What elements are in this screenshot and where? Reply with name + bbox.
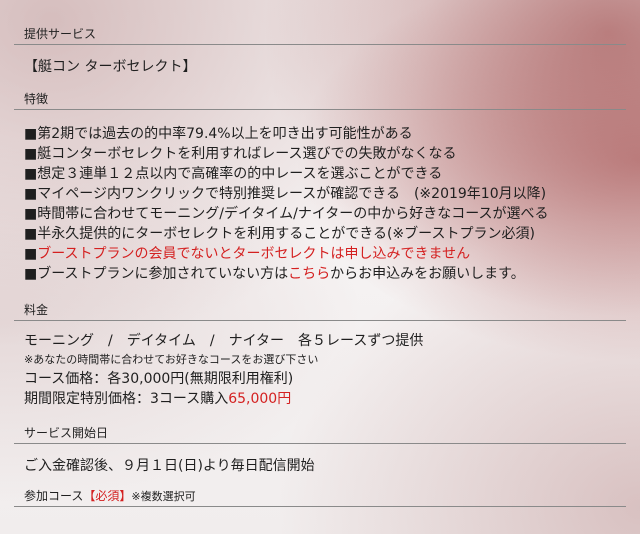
signup-link[interactable]: こちら (288, 266, 330, 282)
participation-label: 参加コース (24, 489, 84, 503)
feature-item: ■半永久提供的にターボセレクトを利用することができる(※ブーストプラン必須) (24, 226, 535, 242)
limited-price-label: 期間限定特別価格：3コース購入 (24, 391, 229, 407)
feature-item: ■想定３連単１２点以内で高確率の的中レースを選ぶことができる (24, 166, 443, 182)
feature-item-warning: ■ブーストプランの会員でないとターボセレクトは申し込みできません (14, 244, 626, 264)
feature-item: ■マイページ内ワンクリックで特別推奨レースが確認できる (※2019年10月以降… (24, 186, 547, 202)
participation-row: 参加コース【必須】※複数選択可 (14, 486, 626, 506)
courses-line: モーニング / デイタイム / ナイター 各５レースずつ提供 (24, 333, 424, 349)
boost-plan-warning: ブーストプランの会員でないとターボセレクトは申し込みできません (37, 246, 471, 262)
start-heading: サービス開始日 (14, 423, 626, 444)
limited-price-value: 65,000円 (228, 391, 292, 407)
required-badge: 【必須】 (83, 489, 132, 503)
feature-item-signup: ■ブーストプランに参加されていない方はこちらからお申込みをお願いします。 (14, 264, 626, 284)
courses-note: ※あなたの時間帯に合わせてお好きなコースをお選び下さい (24, 353, 319, 366)
feature-item: ■艇コンターボセレクトを利用すればレース選びでの失敗がなくなる (24, 146, 457, 162)
participation-divider (14, 506, 626, 507)
course-price: コース価格：各30,000円(無期限利用権利) (24, 371, 294, 387)
service-name: 【艇コン ターボセレクト】 (24, 59, 197, 75)
service-heading: 提供サービス (14, 24, 626, 45)
signup-text-after: からお申込みをお願いします。 (330, 266, 525, 282)
signup-text-before: ■ブーストプランに参加されていない方は (24, 266, 289, 282)
feature-item: ■時間帯に合わせてモーニング/デイタイム/ナイターの中から好きなコースが選べる (24, 206, 549, 222)
feature-item: ■第2期では過去の的中率79.4%以上を叩き出す可能性がある (24, 126, 413, 142)
features-heading: 特徴 (14, 89, 626, 110)
limited-price: 期間限定特別価格：3コース購入65,000円 (14, 389, 626, 409)
features-list: ■第2期では過去の的中率79.4%以上を叩き出す可能性がある ■艇コンターボセレ… (14, 124, 626, 284)
service-panel: 提供サービス 【艇コン ターボセレクト】 特徴 ■第2期では過去の的中率79.4… (14, 0, 626, 507)
price-heading: 料金 (14, 300, 626, 321)
feature-bullet: ■ (24, 246, 38, 262)
participation-note: ※複数選択可 (131, 490, 196, 503)
start-text: ご入金確認後、９月１日(日)より毎日配信開始 (24, 458, 315, 474)
